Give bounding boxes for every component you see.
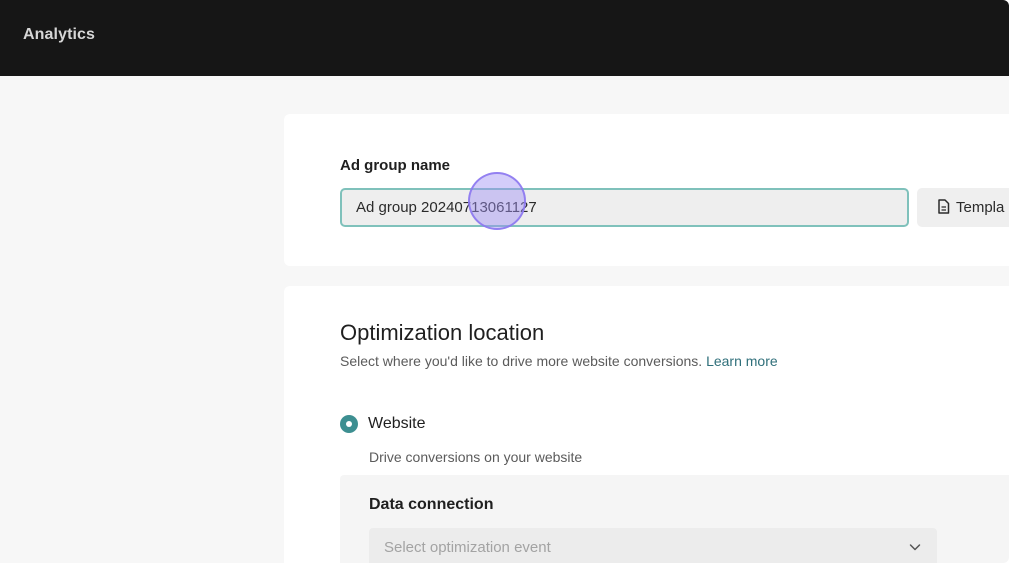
optimization-location-description: Select where you'd like to drive more we… bbox=[340, 353, 778, 369]
ad-group-name-input[interactable] bbox=[340, 188, 909, 227]
app-window: Analytics Ad group name Templa Optimizat… bbox=[0, 0, 1009, 563]
template-button[interactable]: Templa bbox=[917, 188, 1009, 227]
chevron-down-icon bbox=[909, 544, 921, 551]
learn-more-link[interactable]: Learn more bbox=[706, 353, 778, 369]
optimization-location-card: Optimization location Select where you'd… bbox=[284, 286, 1009, 563]
website-option[interactable]: Website bbox=[340, 414, 426, 434]
optimization-event-select[interactable]: Select optimization event bbox=[369, 528, 937, 563]
optimization-description-text: Select where you'd like to drive more we… bbox=[340, 353, 703, 369]
data-connection-title: Data connection bbox=[369, 496, 494, 513]
optimization-location-title: Optimization location bbox=[340, 320, 545, 345]
ad-group-name-card: Ad group name Templa bbox=[284, 114, 1009, 266]
app-title: Analytics bbox=[23, 26, 96, 43]
data-connection-panel: Data connection Select optimization even… bbox=[340, 475, 1009, 563]
top-bar: Analytics bbox=[0, 0, 1009, 76]
website-radio[interactable] bbox=[340, 415, 358, 433]
template-button-label: Templa bbox=[956, 199, 1005, 216]
website-option-label: Website bbox=[368, 415, 426, 432]
optimization-event-placeholder: Select optimization event bbox=[384, 538, 551, 556]
document-icon bbox=[938, 199, 950, 214]
website-option-description: Drive conversions on your website bbox=[369, 449, 583, 465]
ad-group-name-label: Ad group name bbox=[340, 157, 451, 174]
